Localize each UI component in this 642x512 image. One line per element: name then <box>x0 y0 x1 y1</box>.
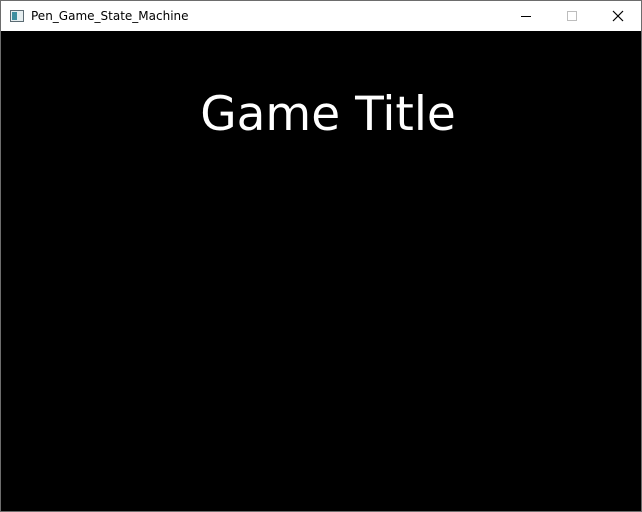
close-button[interactable] <box>595 1 641 31</box>
minimize-button[interactable] <box>503 1 549 31</box>
app-window: Pen_Game_State_Machine Game Title <box>0 0 642 512</box>
maximize-icon <box>567 11 577 21</box>
window-title: Pen_Game_State_Machine <box>31 9 189 23</box>
title-bar[interactable]: Pen_Game_State_Machine <box>1 1 641 31</box>
game-canvas[interactable]: Game Title <box>1 31 641 511</box>
app-icon-pane <box>12 12 17 20</box>
close-icon <box>612 10 624 22</box>
minimize-icon <box>521 16 531 17</box>
maximize-button <box>549 1 595 31</box>
app-window-icon <box>10 10 24 22</box>
game-title: Game Title <box>200 87 456 142</box>
